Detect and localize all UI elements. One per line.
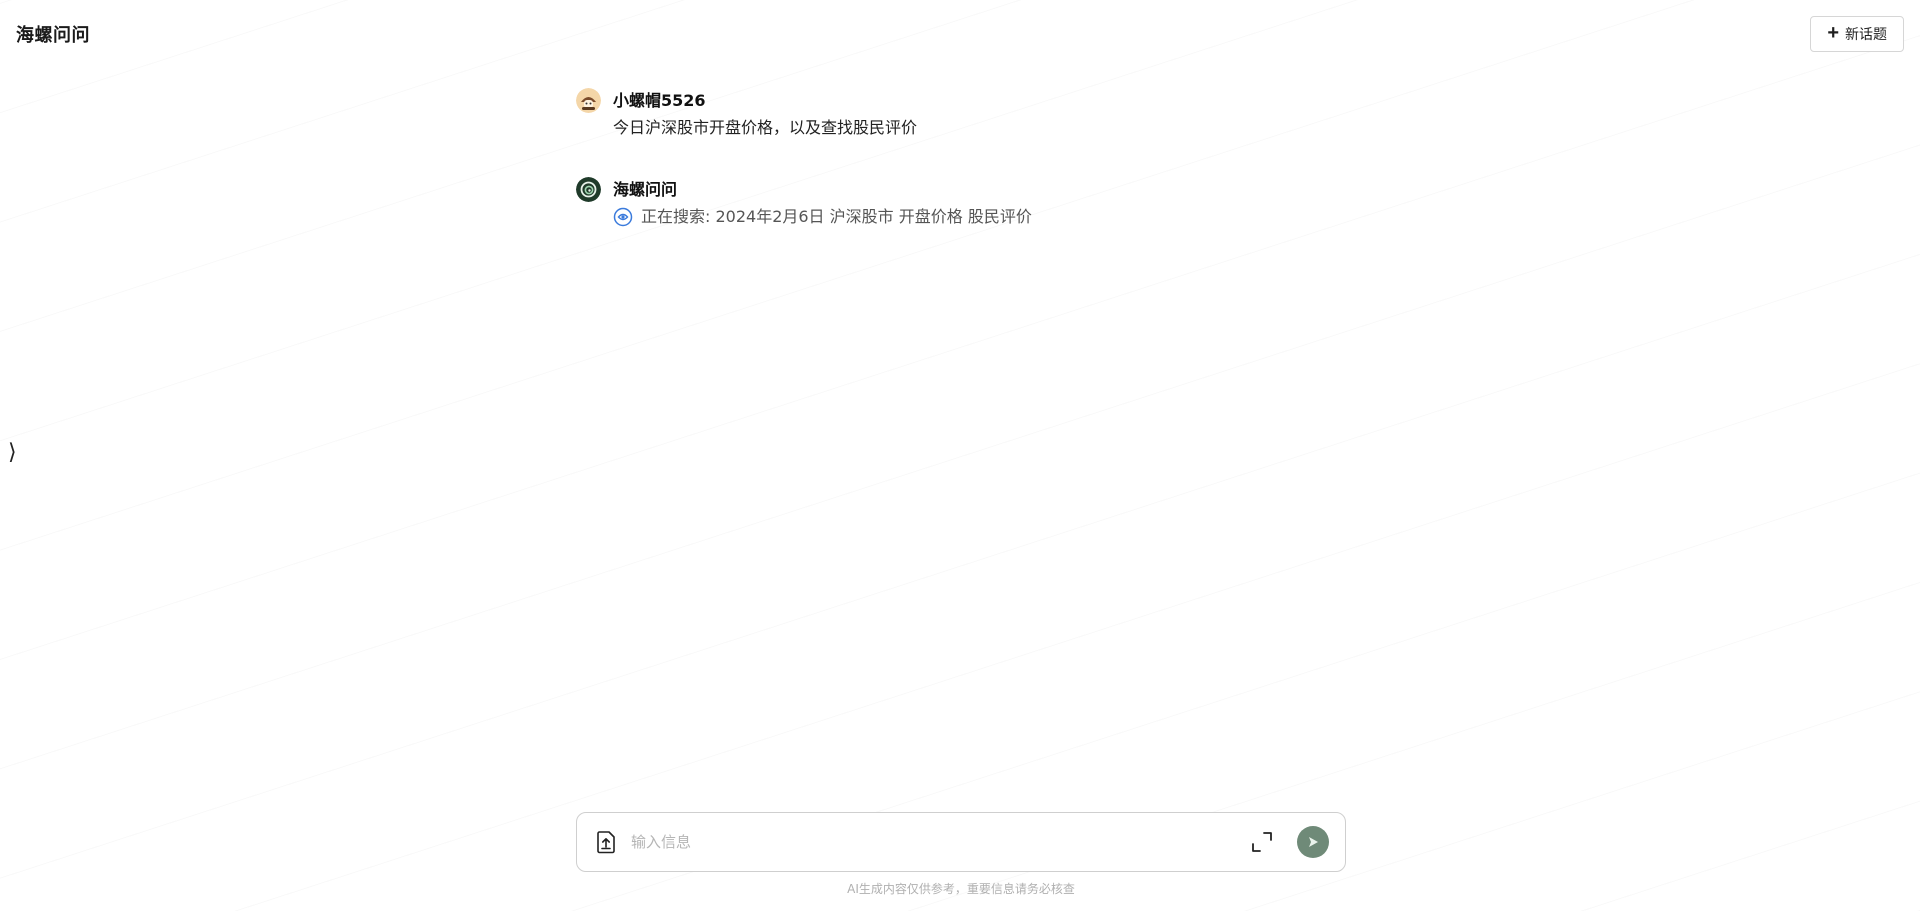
ai-disclaimer: AI生成内容仅供参考，重要信息请务必核查 [847, 882, 1075, 896]
assistant-message: 海螺问问 正在搜索: 2024年2月6日 沪深股市 开盘价格 股民评价 [576, 177, 1346, 228]
send-arrow-icon [1309, 837, 1318, 847]
user-message: 小螺帽5526 今日沪深股市开盘价格，以及查找股民评价 [576, 88, 1346, 139]
assistant-avatar [576, 177, 601, 202]
chat-thread: 小螺帽5526 今日沪深股市开盘价格，以及查找股民评价 海螺问问 正在搜索: 2… [576, 88, 1346, 266]
user-message-text: 今日沪深股市开盘价格，以及查找股民评价 [613, 118, 918, 137]
message-input[interactable] [631, 833, 1249, 851]
user-name: 小螺帽5526 [613, 91, 706, 110]
search-status: 正在搜索: 2024年2月6日 沪深股市 开盘价格 股民评价 [613, 206, 1346, 228]
top-bar: 海螺问问 + 新话题 [0, 0, 1920, 68]
assistant-name: 海螺问问 [613, 180, 678, 199]
upload-file-icon[interactable] [593, 829, 619, 855]
sidebar-expand-toggle[interactable]: ⟩ [8, 442, 17, 464]
expand-icon[interactable] [1249, 829, 1275, 855]
app-window: 海螺问问 + 新话题 ⟩ 小螺帽5526 今日沪深股市开盘价格，以及查找股民评价… [0, 0, 1920, 911]
new-topic-button[interactable]: + 新话题 [1810, 16, 1904, 52]
user-avatar [576, 88, 601, 113]
search-status-text: 正在搜索: 2024年2月6日 沪深股市 开盘价格 股民评价 [641, 207, 1032, 226]
plus-icon: + [1827, 22, 1839, 44]
searching-icon [613, 207, 633, 227]
message-composer [576, 812, 1346, 872]
app-title: 海螺问问 [16, 25, 90, 46]
new-topic-label: 新话题 [1845, 26, 1887, 42]
send-button[interactable] [1297, 826, 1329, 858]
